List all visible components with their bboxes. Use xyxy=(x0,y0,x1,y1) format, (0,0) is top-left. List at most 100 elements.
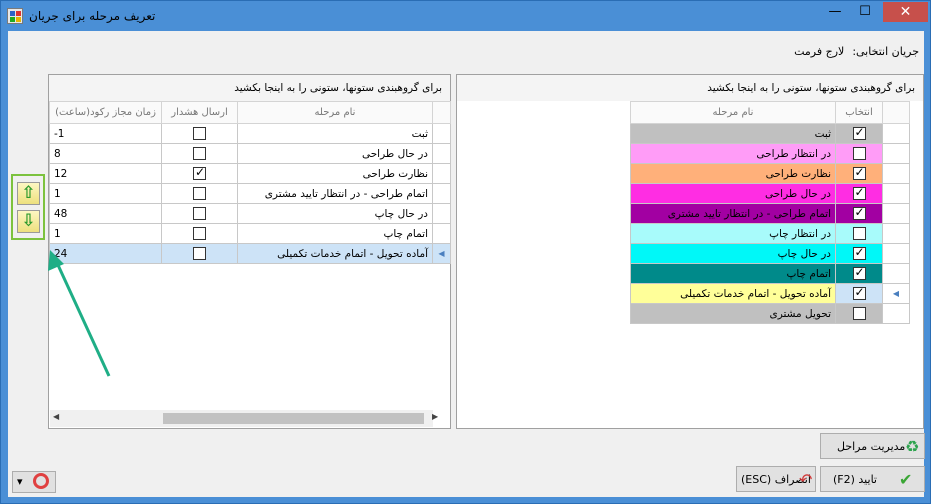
table-row[interactable]: 8 در حال طراحی xyxy=(49,143,451,164)
row-indicator[interactable] xyxy=(882,223,910,244)
select-checkbox[interactable] xyxy=(852,227,866,240)
select-checkbox[interactable] xyxy=(852,165,866,180)
select-checkbox[interactable] xyxy=(852,265,866,280)
alert-checkbox-cell[interactable] xyxy=(161,243,238,264)
stage-time-cell[interactable]: 1 xyxy=(49,183,162,204)
stage-name-cell[interactable]: در حال چاپ xyxy=(630,243,836,264)
row-indicator[interactable] xyxy=(432,143,451,164)
stage-name-cell[interactable]: نظارت طراحی xyxy=(630,163,836,184)
stage-name-cell[interactable]: در حال چاپ xyxy=(237,203,433,224)
row-indicator[interactable] xyxy=(432,203,451,224)
alert-checkbox-cell[interactable] xyxy=(161,223,238,244)
move-up-button[interactable]: ⇧ xyxy=(17,182,40,205)
row-indicator[interactable] xyxy=(432,123,451,144)
alert-checkbox[interactable] xyxy=(193,247,206,260)
alert-checkbox-cell[interactable] xyxy=(161,123,238,144)
stage-time-cell[interactable]: 8 xyxy=(49,143,162,164)
select-checkbox[interactable] xyxy=(852,147,866,160)
select-checkbox-cell[interactable] xyxy=(835,223,883,244)
select-checkbox-cell[interactable] xyxy=(835,283,883,304)
row-indicator[interactable]: ◀ xyxy=(882,283,910,304)
select-checkbox[interactable] xyxy=(852,245,866,260)
alert-checkbox[interactable] xyxy=(193,227,206,240)
select-checkbox[interactable] xyxy=(852,307,866,320)
row-indicator[interactable] xyxy=(432,223,451,244)
table-row[interactable]: 12 نظارت طراحی xyxy=(49,163,451,184)
table-row[interactable]: در حال طراحی xyxy=(630,183,910,204)
select-checkbox[interactable] xyxy=(852,285,866,300)
stage-name-cell[interactable]: آماده تحویل - اتمام خدمات تکمیلی xyxy=(237,243,433,264)
stage-time-cell[interactable]: 24 xyxy=(49,243,162,264)
stage-name-cell[interactable]: اتمام چاپ xyxy=(237,223,433,244)
stage-name-cell[interactable]: در حال طراحی xyxy=(237,143,433,164)
table-row[interactable]: 1 اتمام چاپ xyxy=(49,223,451,244)
confirm-button[interactable]: تایید (F2) ✔ xyxy=(820,466,925,492)
table-row[interactable]: 48 در حال چاپ xyxy=(49,203,451,224)
manage-stages-button[interactable]: مدیریت مراحل ♻ xyxy=(820,433,925,459)
row-indicator[interactable]: ◀ xyxy=(432,243,451,264)
stage-name-cell[interactable]: نظارت طراحی xyxy=(237,163,433,184)
row-indicator[interactable] xyxy=(882,203,910,224)
select-checkbox-cell[interactable] xyxy=(835,143,883,164)
alert-checkbox-cell[interactable] xyxy=(161,163,238,184)
stage-name-cell[interactable]: ثبت xyxy=(237,123,433,144)
select-checkbox-cell[interactable] xyxy=(835,183,883,204)
alert-checkbox[interactable] xyxy=(193,165,206,180)
table-row[interactable]: آماده تحویل - اتمام خدمات تکمیلی ◀ xyxy=(630,283,910,304)
stage-name-cell[interactable]: در انتظار طراحی xyxy=(630,143,836,164)
stage-name-cell[interactable]: تحویل مشتری xyxy=(630,303,836,324)
alert-checkbox-cell[interactable] xyxy=(161,203,238,224)
row-indicator[interactable] xyxy=(882,303,910,324)
table-row[interactable]: 24 آماده تحویل - اتمام خدمات تکمیلی ◀ xyxy=(49,243,451,264)
table-row[interactable]: تحویل مشتری xyxy=(630,303,910,324)
row-indicator[interactable] xyxy=(432,163,451,184)
scroll-left-icon[interactable]: ◀ xyxy=(53,412,59,421)
close-button[interactable]: ✕ xyxy=(883,2,928,22)
column-header-stage-name[interactable]: نام مرحله xyxy=(630,101,836,124)
select-checkbox[interactable] xyxy=(852,185,866,200)
maximize-button[interactable]: ☐ xyxy=(850,2,880,22)
stage-time-cell[interactable]: 48 xyxy=(49,203,162,224)
row-indicator[interactable] xyxy=(882,183,910,204)
row-indicator[interactable] xyxy=(882,163,910,184)
select-checkbox[interactable] xyxy=(852,125,866,140)
stage-name-cell[interactable]: ثبت xyxy=(630,123,836,144)
alert-checkbox-cell[interactable] xyxy=(161,183,238,204)
alert-checkbox-cell[interactable] xyxy=(161,143,238,164)
scroll-right-icon[interactable]: ▶ xyxy=(432,412,438,421)
row-indicator[interactable] xyxy=(882,143,910,164)
table-row[interactable]: 1 اتمام طراحی - در انتظار تایید مشتری xyxy=(49,183,451,204)
row-indicator[interactable] xyxy=(432,183,451,204)
scrollbar-thumb[interactable] xyxy=(163,413,424,424)
column-header-time[interactable]: زمان مجاز رکود(ساعت) xyxy=(49,101,162,124)
table-row[interactable]: ثبت xyxy=(630,123,910,144)
table-row[interactable]: در انتظار چاپ xyxy=(630,223,910,244)
stage-name-cell[interactable]: اتمام چاپ xyxy=(630,263,836,284)
table-row[interactable]: در حال چاپ xyxy=(630,243,910,264)
table-row[interactable]: نظارت طراحی xyxy=(630,163,910,184)
select-checkbox[interactable] xyxy=(852,205,866,220)
select-checkbox-cell[interactable] xyxy=(835,163,883,184)
table-row[interactable]: اتمام چاپ xyxy=(630,263,910,284)
column-header-select[interactable]: انتخاب xyxy=(835,101,883,124)
select-checkbox-cell[interactable] xyxy=(835,123,883,144)
select-checkbox-cell[interactable] xyxy=(835,303,883,324)
column-header-alert[interactable]: ارسال هشدار xyxy=(161,101,238,124)
stage-name-cell[interactable]: اتمام طراحی - در انتظار تایید مشتری xyxy=(237,183,433,204)
stage-time-cell[interactable]: 1 xyxy=(49,223,162,244)
stage-time-cell[interactable]: 12 xyxy=(49,163,162,184)
alert-checkbox[interactable] xyxy=(193,207,206,220)
minimize-button[interactable]: — xyxy=(820,2,850,22)
move-down-button[interactable]: ⇩ xyxy=(17,210,40,233)
stage-time-cell[interactable]: -1 xyxy=(49,123,162,144)
horizontal-scrollbar[interactable]: ◀ ▶ xyxy=(50,410,438,427)
select-checkbox-cell[interactable] xyxy=(835,263,883,284)
row-indicator[interactable] xyxy=(882,123,910,144)
row-indicator[interactable] xyxy=(882,243,910,264)
select-checkbox-cell[interactable] xyxy=(835,203,883,224)
stage-name-cell[interactable]: در انتظار چاپ xyxy=(630,223,836,244)
stage-name-cell[interactable]: در حال طراحی xyxy=(630,183,836,204)
alert-checkbox[interactable] xyxy=(193,147,206,160)
column-header-stage-name[interactable]: نام مرحله xyxy=(237,101,433,124)
settings-dropdown-button[interactable]: ▾ xyxy=(12,471,56,493)
